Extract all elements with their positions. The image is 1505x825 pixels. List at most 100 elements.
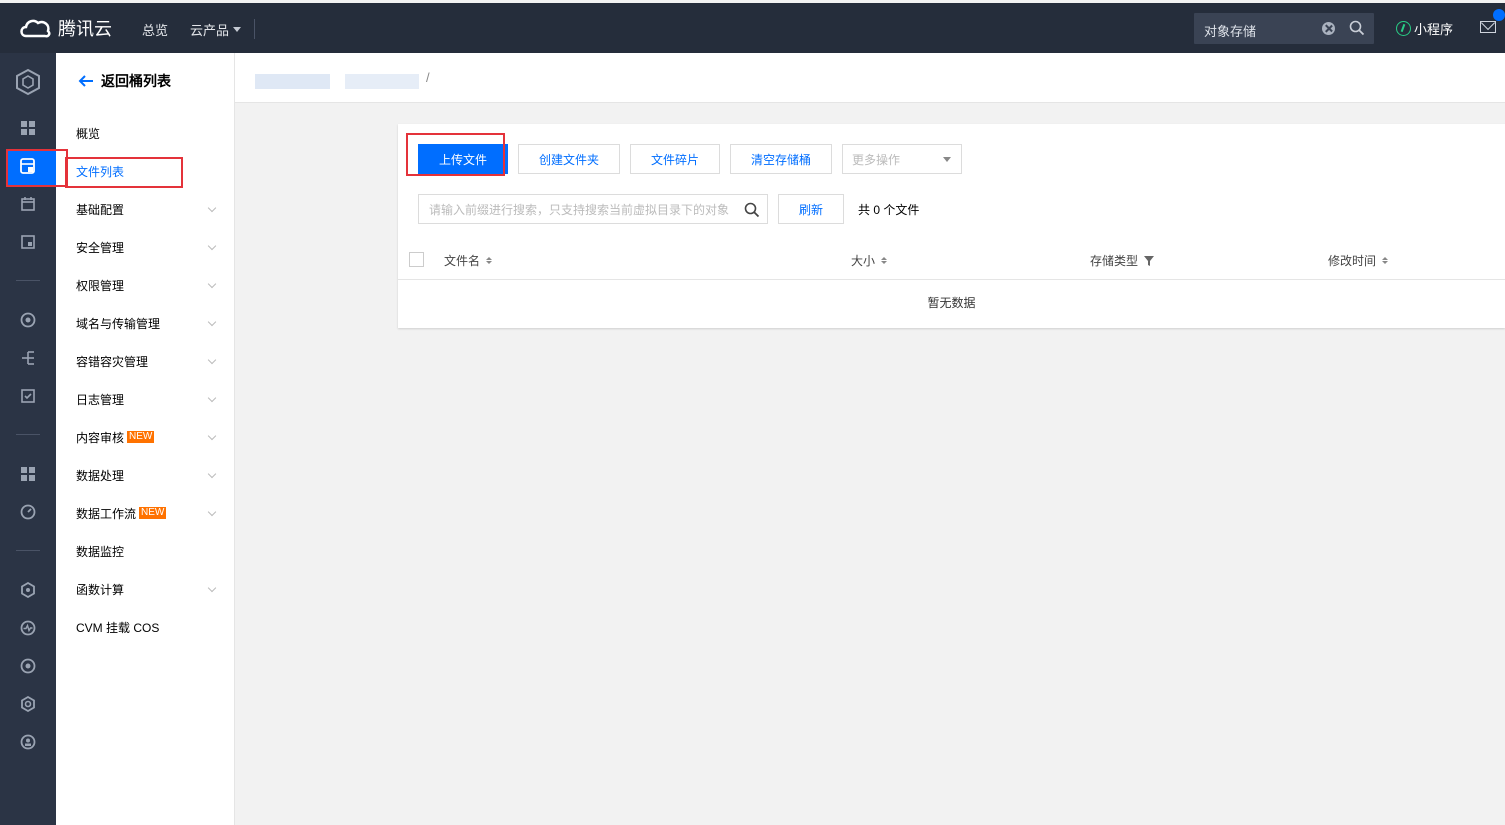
back-to-bucket-list[interactable]: 返回桶列表 — [78, 71, 171, 91]
mini-program-link[interactable]: 小程序 — [1396, 19, 1453, 38]
table-header: 文件名 大小 存储类型 修改时间 — [398, 240, 1505, 280]
more-actions-select[interactable]: 更多操作 — [842, 144, 962, 174]
clear-bucket-button[interactable]: 清空存储桶 — [730, 144, 832, 174]
top-nav-bar: 腾讯云 总览 云产品 对象存储 小程序 — [0, 3, 1505, 53]
rail-separator — [16, 434, 40, 435]
brand-logo[interactable]: 腾讯云 — [18, 15, 112, 41]
sidebar-item-label: 安全管理 — [76, 240, 125, 255]
cloud-logo-icon — [20, 19, 51, 38]
globe-icon[interactable] — [19, 311, 37, 329]
filter-icon[interactable] — [1144, 255, 1155, 266]
search-icon[interactable] — [1349, 20, 1365, 36]
file-list-panel: 上传文件 创建文件夹 文件碎片 清空存储桶 更多操作 请输入前缀进行搜索，只支持… — [398, 124, 1505, 328]
sidebar-item-data-processing[interactable]: 数据处理 — [76, 465, 216, 485]
file-fragments-button[interactable]: 文件碎片 — [630, 144, 720, 174]
global-search-field[interactable]: 对象存储 — [1194, 13, 1374, 44]
sidebar-item-label: 内容审核 — [76, 430, 125, 445]
select-all-checkbox[interactable] — [409, 252, 424, 267]
sidebar-item-basic-config[interactable]: 基础配置 — [76, 199, 216, 219]
sidebar-item-label: 数据工作流 — [76, 506, 137, 521]
nav-divider — [254, 19, 255, 39]
breadcrumb: / — [235, 53, 1505, 103]
sidebar-item-data-monitoring[interactable]: 数据监控 — [76, 541, 216, 561]
breadcrumb-separator: / — [426, 70, 430, 85]
gauge-icon[interactable] — [19, 503, 37, 521]
refresh-button[interactable]: 刷新 — [778, 194, 844, 224]
bucket-sidebar: 返回桶列表 概览 文件列表 基础配置 安全管理 权限管理 域名与传输管理 容错容… — [56, 53, 235, 825]
sidebar-item-logs[interactable]: 日志管理 — [76, 389, 216, 409]
sidebar-item-label: 日志管理 — [76, 392, 125, 407]
prefix-search-placeholder: 请输入前缀进行搜索，只支持搜索当前虚拟目录下的对象 — [429, 202, 730, 217]
arrow-left-icon — [78, 75, 93, 87]
sidebar-item-file-list[interactable]: 文件列表 — [76, 161, 216, 181]
grid-icon[interactable] — [19, 119, 37, 137]
mail-icon[interactable] — [1480, 21, 1496, 33]
hexagon-icon[interactable] — [19, 581, 37, 599]
caret-down-icon — [943, 157, 951, 162]
file-count: 共 0 个文件 — [858, 203, 920, 217]
sidebar-item-label: 数据监控 — [76, 544, 125, 559]
search-icon[interactable] — [744, 202, 760, 218]
column-label: 文件名 — [444, 254, 481, 268]
sidebar-item-domain-transfer[interactable]: 域名与传输管理 — [76, 313, 216, 333]
sidebar-item-data-workflow[interactable]: 数据工作流 NEW — [76, 503, 216, 523]
sidebar-item-security[interactable]: 安全管理 — [76, 237, 216, 257]
user-circle-icon[interactable] — [19, 733, 37, 751]
sidebar-item-overview[interactable]: 概览 — [76, 123, 216, 143]
column-file-name[interactable]: 文件名 — [444, 252, 493, 269]
sort-icon — [486, 257, 493, 264]
sidebar-item-label: 基础配置 — [76, 202, 125, 217]
image-box-icon[interactable] — [19, 233, 37, 251]
notification-dot — [1493, 9, 1505, 21]
sidebar-item-label: 函数计算 — [76, 582, 125, 597]
sort-icon — [881, 257, 888, 264]
sidebar-item-label: 容错容灾管理 — [76, 354, 149, 369]
clear-icon[interactable] — [1322, 22, 1335, 35]
topology-icon[interactable] — [19, 349, 37, 367]
back-label: 返回桶列表 — [101, 73, 171, 89]
column-modified-time[interactable]: 修改时间 — [1328, 252, 1389, 269]
sidebar-item-label: 数据处理 — [76, 468, 125, 483]
sort-icon — [1382, 257, 1389, 264]
sidebar-item-label: 权限管理 — [76, 278, 125, 293]
upload-file-button[interactable]: 上传文件 — [418, 144, 508, 174]
empty-state-text: 暂无数据 — [927, 296, 976, 310]
target-icon[interactable] — [19, 657, 37, 675]
sidebar-item-cvm-mount[interactable]: CVM 挂载 COS — [76, 617, 216, 637]
bucket-name-redacted — [255, 74, 330, 89]
pulse-icon[interactable] — [19, 619, 37, 637]
sidebar-item-functions[interactable]: 函数计算 — [76, 579, 216, 599]
sidebar-item-fault-tolerance[interactable]: 容错容灾管理 — [76, 351, 216, 371]
brand-name: 腾讯云 — [58, 19, 112, 39]
mini-program-icon — [1396, 21, 1411, 36]
sidebar-item-label: 概览 — [76, 126, 101, 141]
sidebar-item-label: 文件列表 — [76, 164, 125, 179]
nav-products[interactable]: 云产品 — [190, 20, 242, 39]
column-label: 修改时间 — [1328, 254, 1377, 268]
sidebar-item-label: CVM 挂载 COS — [76, 620, 160, 635]
product-icon-rail — [0, 53, 60, 825]
nav-products-label: 云产品 — [190, 23, 230, 38]
apps-icon[interactable] — [19, 465, 37, 483]
more-actions-label: 更多操作 — [852, 152, 901, 167]
prefix-search-input[interactable]: 请输入前缀进行搜索，只支持搜索当前虚拟目录下的对象 — [418, 194, 768, 224]
new-badge: NEW — [127, 431, 155, 443]
new-badge: NEW — [139, 507, 167, 519]
sidebar-item-content-review[interactable]: 内容审核 NEW — [76, 427, 216, 447]
column-size[interactable]: 大小 — [851, 252, 888, 269]
settings-icon[interactable] — [19, 695, 37, 713]
calendar-icon[interactable] — [19, 195, 37, 213]
sidebar-item-label: 域名与传输管理 — [76, 316, 161, 331]
column-storage-class[interactable]: 存储类型 — [1090, 252, 1155, 269]
column-label: 大小 — [851, 254, 876, 268]
rail-separator — [16, 280, 40, 281]
create-folder-button[interactable]: 创建文件夹 — [518, 144, 620, 174]
caret-down-icon — [233, 27, 242, 32]
sidebar-item-permissions[interactable]: 权限管理 — [76, 275, 216, 295]
cube-icon[interactable] — [14, 68, 42, 96]
column-label: 存储类型 — [1090, 254, 1139, 268]
checklist-icon[interactable] — [19, 387, 37, 405]
storage-icon[interactable] — [19, 157, 37, 175]
nav-overview[interactable]: 总览 — [142, 20, 168, 39]
global-search-value: 对象存储 — [1204, 24, 1257, 39]
